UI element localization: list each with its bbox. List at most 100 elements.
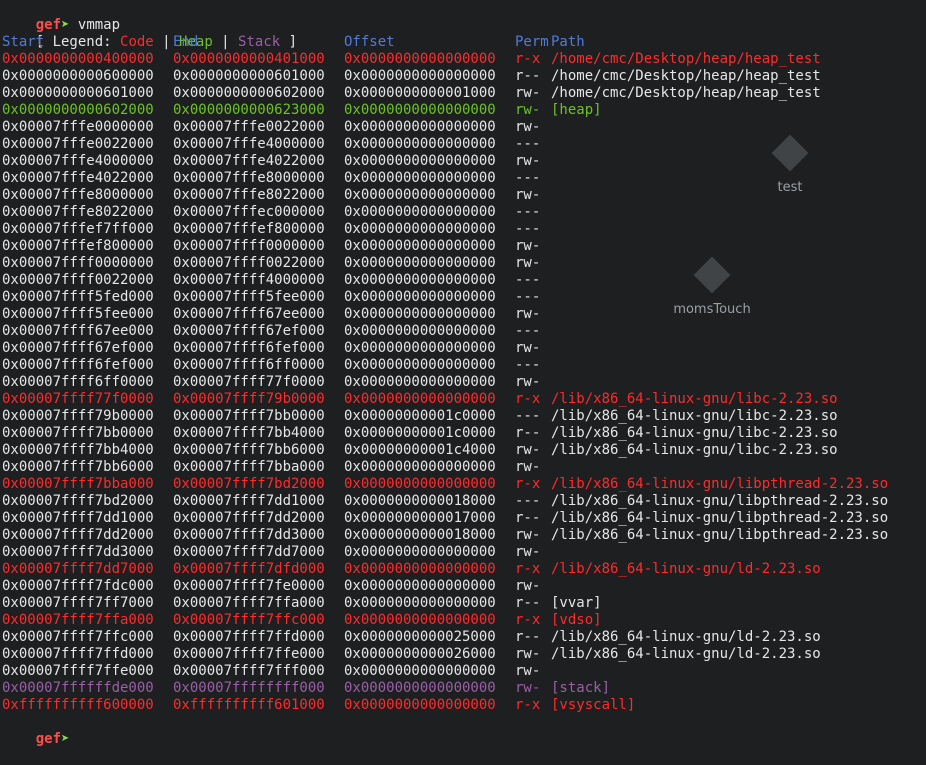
prompt-arrow: ➤ xyxy=(61,17,70,33)
table-row: 0x00007ffff7ffc000 0x00007ffff7ffd000 0x00… xyxy=(2,629,926,646)
cell-end: 0x00007ffff7dd1000 xyxy=(173,493,325,509)
cell-offset: 0x0000000000018000 xyxy=(344,527,496,543)
terminal-output[interactable]: gef➤ vmmap [ Legend: Code | Heap | Stack… xyxy=(2,0,926,747)
cell-path: /lib/x86_64-linux-gnu/libc-2.23.so xyxy=(551,442,838,458)
table-row: 0x00007fffe0000000 0x00007fffe0022000 0x00… xyxy=(2,119,926,136)
table-row: 0x00007ffffffde000 0x00007ffffffff000 0x00… xyxy=(2,680,926,697)
memory-map-table: 0x0000000000400000 0x0000000000401000 0x00… xyxy=(2,51,926,714)
cell-end: 0x0000000000601000 xyxy=(173,68,325,84)
cell-offset: 0x0000000000025000 xyxy=(344,629,496,645)
cell-start: 0x00007ffff6ff0000 xyxy=(2,374,154,390)
table-row: 0x00007ffff67ef000 0x00007ffff6fef000 0x00… xyxy=(2,340,926,357)
cell-offset: 0x00000000001c0000 xyxy=(344,408,496,424)
cell-path: /home/cmc/Desktop/heap/heap_test xyxy=(551,51,821,67)
cell-offset: 0x0000000000000000 xyxy=(344,374,496,390)
cell-path: [vsyscall] xyxy=(551,697,636,713)
cell-perm: r-x xyxy=(515,612,541,628)
cell-offset: 0x0000000000000000 xyxy=(344,323,496,339)
cell-perm: rw- xyxy=(515,527,541,543)
cell-perm: rw- xyxy=(515,238,541,254)
table-row: 0x00007ffff5fee000 0x00007ffff67ee000 0x00… xyxy=(2,306,926,323)
cell-end: 0x00007ffff7bb4000 xyxy=(173,425,325,441)
cell-start: 0x0000000000602000 xyxy=(2,102,154,118)
cell-offset: 0x0000000000000000 xyxy=(344,340,496,356)
cell-start: 0x00007ffff7bd2000 xyxy=(2,493,154,509)
cell-perm: rw- xyxy=(515,680,541,696)
cell-offset: 0x0000000000000000 xyxy=(344,238,496,254)
cell-perm: --- xyxy=(515,136,541,152)
cell-start: 0x00007ffff7dd1000 xyxy=(2,510,154,526)
cell-start: 0x0000000000600000 xyxy=(2,68,154,84)
cell-offset: 0x0000000000000000 xyxy=(344,663,496,679)
cell-offset: 0x0000000000026000 xyxy=(344,646,496,662)
cell-start: 0x00007ffff7fdc000 xyxy=(2,578,154,594)
cell-offset: 0x0000000000000000 xyxy=(344,697,496,713)
table-header: Start End Offset Perm Path xyxy=(2,34,926,51)
cell-start: 0x00007ffff7bb4000 xyxy=(2,442,154,458)
table-row: 0x00007fffe4000000 0x00007fffe4022000 0x00… xyxy=(2,153,926,170)
table-row: 0x00007ffff7ff7000 0x00007ffff7ffa000 0x00… xyxy=(2,595,926,612)
table-row: 0x00007ffff7bd2000 0x00007ffff7dd1000 0x00… xyxy=(2,493,926,510)
cell-offset: 0x0000000000000000 xyxy=(344,544,496,560)
cell-end: 0x00007ffff7ffe000 xyxy=(173,646,325,662)
cell-start: 0x00007ffff7dd7000 xyxy=(2,561,154,577)
cell-perm: rw- xyxy=(515,153,541,169)
cell-end: 0x00007ffff77f0000 xyxy=(173,374,325,390)
cell-perm: rw- xyxy=(515,663,541,679)
cell-start: 0x00007ffff7ffd000 xyxy=(2,646,154,662)
cell-perm: rw- xyxy=(515,306,541,322)
cell-offset: 0x0000000000000000 xyxy=(344,612,496,628)
cell-start: 0x00007fffe0022000 xyxy=(2,136,154,152)
cell-perm: --- xyxy=(515,289,541,305)
cell-end: 0x00007fffe4022000 xyxy=(173,153,325,169)
cell-start: 0x00007ffff7dd2000 xyxy=(2,527,154,543)
cell-path: [stack] xyxy=(551,680,611,696)
prompt-name: gef xyxy=(35,731,62,747)
cell-path: /lib/x86_64-linux-gnu/libpthread-2.23.so xyxy=(551,527,889,543)
cell-start: 0x00007ffff77f0000 xyxy=(2,391,154,407)
cell-perm: rw- xyxy=(515,442,541,458)
cell-perm: rw- xyxy=(515,459,541,475)
cell-end: 0x00007ffff7dfd000 xyxy=(173,561,325,577)
cell-offset: 0x0000000000000000 xyxy=(344,357,496,373)
cell-start: 0x0000000000400000 xyxy=(2,51,154,67)
table-row: 0x00007ffff79b0000 0x00007ffff7bb0000 0x00… xyxy=(2,408,926,425)
cell-path: [vvar] xyxy=(551,595,602,611)
table-row: 0x00007fffef7ff000 0x00007fffef800000 0x00… xyxy=(2,221,926,238)
table-row: 0x0000000000601000 0x0000000000602000 0x00… xyxy=(2,85,926,102)
cell-offset: 0x0000000000000000 xyxy=(344,578,496,594)
cell-offset: 0x0000000000000000 xyxy=(344,153,496,169)
cell-start: 0xffffffffff600000 xyxy=(2,697,154,713)
cell-end: 0x00007fffe8000000 xyxy=(173,170,325,186)
prompt-arrow: ➤ xyxy=(61,731,70,747)
table-row: 0x00007ffff6fef000 0x00007ffff6ff0000 0x00… xyxy=(2,357,926,374)
cell-start: 0x00007ffff7bb6000 xyxy=(2,459,154,475)
cell-perm: --- xyxy=(515,357,541,373)
cell-end: 0x00007ffff7dd2000 xyxy=(173,510,325,526)
cell-offset: 0x0000000000000000 xyxy=(344,255,496,271)
cell-perm: r-- xyxy=(515,629,541,645)
cell-path: /home/cmc/Desktop/heap/heap_test xyxy=(551,68,821,84)
cell-end: 0x0000000000623000 xyxy=(173,102,325,118)
cell-perm: rw- xyxy=(515,119,541,135)
cell-offset: 0x0000000000000000 xyxy=(344,272,496,288)
cell-end: 0x00007ffff7bb6000 xyxy=(173,442,325,458)
cell-start: 0x00007ffff0000000 xyxy=(2,255,154,271)
table-row: 0x00007fffe8022000 0x00007fffec000000 0x00… xyxy=(2,204,926,221)
cell-offset: 0x0000000000000000 xyxy=(344,204,496,220)
cell-end: 0x00007ffff6ff0000 xyxy=(173,357,325,373)
cell-offset: 0x00000000001c4000 xyxy=(344,442,496,458)
table-row: 0x00007ffff5fed000 0x00007ffff5fee000 0x00… xyxy=(2,289,926,306)
cell-start: 0x00007ffff0022000 xyxy=(2,272,154,288)
cell-end: 0x00007ffff7fff000 xyxy=(173,663,325,679)
cell-perm: rw- xyxy=(515,578,541,594)
table-row: 0x00007ffff7dd3000 0x00007ffff7dd7000 0x00… xyxy=(2,544,926,561)
cell-start: 0x00007fffef7ff000 xyxy=(2,221,154,237)
prompt-line[interactable]: gef➤ xyxy=(2,714,926,747)
cell-path: /lib/x86_64-linux-gnu/libc-2.23.so xyxy=(551,391,838,407)
cell-end: 0x00007ffff7bb0000 xyxy=(173,408,325,424)
cell-path: /lib/x86_64-linux-gnu/ld-2.23.so xyxy=(551,629,821,645)
cell-offset: 0x0000000000000000 xyxy=(344,306,496,322)
table-row: 0x00007ffff7dd2000 0x00007ffff7dd3000 0x00… xyxy=(2,527,926,544)
cell-end: 0x00007ffff67ee000 xyxy=(173,306,325,322)
